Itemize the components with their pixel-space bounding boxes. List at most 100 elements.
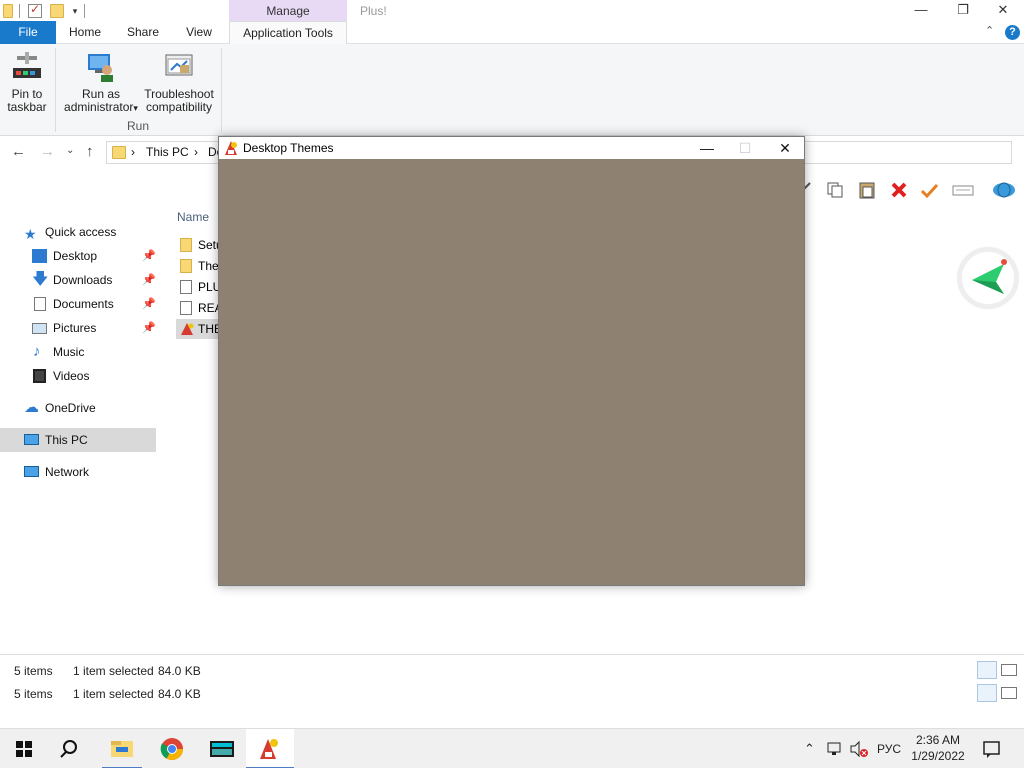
- status-selection: 1 item selected: [73, 664, 154, 678]
- tab-file[interactable]: File: [0, 21, 56, 44]
- network-tray-icon[interactable]: [827, 729, 843, 768]
- pin-icon[interactable]: 📌: [142, 244, 156, 268]
- apply-check-icon[interactable]: [920, 181, 939, 199]
- folder-icon: [112, 146, 126, 159]
- pin-icon[interactable]: 📌: [142, 292, 156, 316]
- quick-access-toolbar: ▾: [0, 2, 89, 20]
- taskbar-calculator[interactable]: [198, 729, 246, 768]
- nav-label: Music: [53, 345, 85, 359]
- taskbar-desktop-themes[interactable]: [246, 729, 294, 768]
- properties-icon[interactable]: [28, 2, 42, 18]
- tab-share[interactable]: Share: [118, 21, 168, 44]
- status-bar: 5 items 1 item selected 84.0 KB: [0, 683, 1024, 705]
- nav-item-this-pc[interactable]: This PC: [0, 428, 156, 452]
- troubleshoot-compatibility-button[interactable]: Troubleshoot compatibility: [142, 50, 216, 114]
- nav-item-onedrive[interactable]: ☁ OneDrive: [0, 396, 156, 420]
- clock-date: 1/29/2022: [911, 749, 965, 763]
- delete-icon[interactable]: [890, 181, 908, 199]
- tab-home[interactable]: Home: [60, 21, 110, 44]
- nav-item-music[interactable]: ♪ Music: [0, 340, 156, 364]
- settings-file-icon: [180, 280, 192, 294]
- cloud-icon: ☁: [24, 399, 39, 416]
- troubleshoot-label-line2: compatibility: [145, 100, 213, 114]
- pin-to-taskbar-button[interactable]: Pin to taskbar: [4, 50, 50, 114]
- column-header-name[interactable]: Name: [177, 210, 209, 224]
- breadcrumb-separator: ›: [131, 145, 135, 159]
- dialog-minimize-button[interactable]: —: [688, 137, 726, 159]
- breadcrumb-this-pc[interactable]: This PC: [146, 145, 189, 159]
- pin-icon[interactable]: 📌: [142, 316, 156, 340]
- themes-app-icon: [180, 322, 194, 336]
- search-button[interactable]: [48, 729, 96, 768]
- nav-item-desktop[interactable]: Desktop 📌: [0, 244, 156, 268]
- collapse-ribbon-icon[interactable]: ⌃: [985, 24, 994, 37]
- nav-item-videos[interactable]: Videos: [0, 364, 156, 388]
- desktop-themes-app-icon: [223, 140, 239, 156]
- nav-label: Documents: [53, 297, 114, 311]
- pin-label-line2: taskbar: [7, 100, 47, 114]
- nav-item-downloads[interactable]: 🡇 Downloads 📌: [0, 268, 156, 292]
- forward-button[interactable]: →: [40, 143, 55, 160]
- computer-icon: [24, 434, 39, 445]
- new-folder-icon[interactable]: [50, 4, 64, 18]
- title-bar: ▾ Manage Plus! — ❐ ✕: [0, 0, 1024, 22]
- copy-icon[interactable]: [826, 181, 844, 199]
- large-icons-view-button[interactable]: [1001, 664, 1017, 676]
- manage-contextual-tab[interactable]: Manage: [229, 0, 347, 22]
- action-center-button[interactable]: [983, 729, 1001, 768]
- globe-icon[interactable]: [992, 181, 1016, 199]
- back-button[interactable]: ←: [11, 143, 26, 160]
- navigation-gadget[interactable]: [958, 248, 1018, 308]
- pin-icon: [11, 50, 43, 82]
- desktop-icon: [32, 249, 47, 263]
- run-admin-label-line2: administrator: [64, 100, 134, 114]
- details-view-button[interactable]: [977, 684, 997, 702]
- show-hidden-icons-button[interactable]: ⌃: [804, 729, 815, 768]
- tab-application-tools[interactable]: Application Tools: [229, 21, 347, 45]
- run-as-administrator-button[interactable]: Run as administrator▾: [60, 50, 142, 115]
- qat-separator: [84, 4, 85, 18]
- details-view-button[interactable]: [977, 661, 997, 679]
- taskbar-chrome[interactable]: [148, 729, 196, 768]
- language-indicator[interactable]: РУС: [877, 729, 901, 768]
- nav-label: This PC: [45, 433, 88, 447]
- dialog-title-bar[interactable]: Desktop Themes — ☐ ✕: [219, 137, 804, 159]
- download-arrow-icon: 🡇: [32, 271, 49, 288]
- run-admin-label-line2-wrap: administrator▾: [60, 101, 142, 115]
- clock[interactable]: 2:36 AM 1/29/2022: [900, 732, 976, 764]
- customize-qat-icon[interactable]: ▾: [68, 4, 82, 18]
- nav-item-quick-access[interactable]: ★ Quick access: [0, 220, 156, 244]
- nav-item-network[interactable]: Network: [0, 460, 156, 484]
- nav-item-pictures[interactable]: Pictures 📌: [0, 316, 156, 340]
- folder-icon: [3, 4, 13, 18]
- ribbon: Pin to taskbar Run as administrator▾ Tro…: [0, 44, 1024, 136]
- status-size: 84.0 KB: [158, 664, 201, 678]
- minimize-button[interactable]: —: [902, 0, 940, 22]
- troubleshoot-icon: [163, 50, 195, 82]
- nav-label: Quick access: [45, 225, 117, 239]
- dialog-body: [219, 159, 804, 585]
- pictures-icon: [32, 323, 47, 334]
- desktop-themes-dialog: Desktop Themes — ☐ ✕: [218, 136, 805, 586]
- nav-item-documents[interactable]: Documents 📌: [0, 292, 156, 316]
- recent-locations-button[interactable]: ⌄: [66, 145, 74, 156]
- volume-muted-icon[interactable]: [850, 729, 870, 768]
- large-icons-view-button[interactable]: [1001, 687, 1017, 699]
- restore-button[interactable]: ❐: [944, 0, 982, 22]
- dialog-close-button[interactable]: ✕: [766, 137, 804, 159]
- taskbar-file-explorer[interactable]: [98, 729, 146, 768]
- help-icon[interactable]: ?: [1005, 25, 1020, 40]
- nav-label: Pictures: [53, 321, 97, 335]
- status-bar: 5 items 1 item selected 84.0 KB: [0, 660, 1024, 682]
- close-button[interactable]: ✕: [984, 0, 1022, 22]
- start-button[interactable]: [0, 729, 48, 768]
- properties-sheet-icon[interactable]: [952, 181, 974, 199]
- status-size: 84.0 KB: [158, 687, 201, 701]
- up-button[interactable]: ↑: [86, 143, 94, 160]
- folder-icon: [180, 259, 192, 273]
- ribbon-tabs: File Home Share View Application Tools ⌃…: [0, 21, 1024, 45]
- tab-view[interactable]: View: [176, 21, 222, 44]
- paste-icon[interactable]: [858, 181, 876, 199]
- clock-time: 2:36 AM: [915, 733, 961, 747]
- pin-icon[interactable]: 📌: [142, 268, 156, 292]
